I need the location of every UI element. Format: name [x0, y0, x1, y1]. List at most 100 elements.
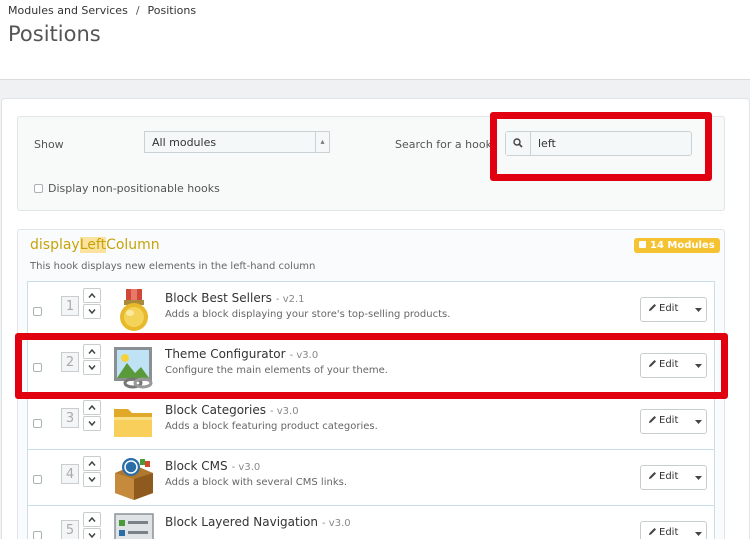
move-down-button[interactable] [83, 360, 101, 375]
move-up-button[interactable] [83, 512, 101, 527]
pencil-icon [649, 360, 656, 367]
pencil-icon [649, 472, 656, 479]
hook-title-match: Left [79, 237, 107, 253]
edit-dropdown-toggle[interactable] [690, 410, 707, 433]
edit-label: Edit [659, 471, 679, 482]
search-hook-input[interactable] [532, 132, 691, 155]
move-down-button[interactable] [83, 528, 101, 539]
caret-down-icon [695, 420, 702, 424]
pencil-icon [649, 416, 656, 423]
hook-title: displayLeftColumn [30, 237, 160, 253]
edit-button[interactable]: Edit [641, 466, 689, 489]
module-position: 2 [61, 352, 79, 372]
module-position: 4 [61, 464, 79, 484]
layered-navigation-icon [111, 511, 157, 539]
caret-down-icon [695, 308, 702, 312]
module-name: Block Layered Navigation - v3.0 [165, 515, 351, 529]
module-count-text: 14 Modules [650, 240, 715, 251]
edit-dropdown-toggle[interactable] [690, 466, 707, 489]
edit-dropdown-toggle[interactable] [690, 354, 707, 377]
page-header: Modules and Services / Positions Positions [0, 0, 750, 80]
edit-dropdown-toggle[interactable] [690, 522, 707, 539]
edit-button-group: Edit [640, 409, 707, 434]
move-up-button[interactable] [83, 288, 101, 303]
module-checkbox[interactable] [33, 419, 42, 428]
module-version: - v2.1 [275, 294, 305, 305]
module-version: - v3.0 [269, 406, 299, 417]
hook-description: This hook displays new elements in the l… [30, 261, 316, 272]
edit-button-group: Edit [640, 521, 707, 539]
edit-button[interactable]: Edit [641, 298, 689, 321]
module-title: Theme Configurator [165, 347, 286, 361]
breadcrumb-separator: / [135, 4, 140, 17]
module-checkbox[interactable] [33, 475, 42, 484]
pencil-icon [649, 304, 656, 311]
module-title: Block CMS [165, 459, 228, 473]
module-title: Block Layered Navigation [165, 515, 318, 529]
non-positionable-label: Display non-positionable hooks [48, 182, 220, 195]
move-down-button[interactable] [83, 472, 101, 487]
module-version: - v3.0 [231, 462, 261, 473]
move-down-button[interactable] [83, 304, 101, 319]
move-down-button[interactable] [83, 416, 101, 431]
hook-title-prefix: display [30, 237, 80, 253]
breadcrumb: Modules and Services / Positions [8, 4, 196, 17]
edit-button[interactable]: Edit [641, 410, 689, 433]
module-name: Block CMS - v3.0 [165, 459, 260, 473]
show-label: Show [34, 138, 64, 151]
module-name: Theme Configurator - v3.0 [165, 347, 318, 361]
edit-label: Edit [659, 303, 679, 314]
pencil-icon [649, 528, 656, 535]
caret-down-icon [695, 364, 702, 368]
non-positionable-option[interactable]: Display non-positionable hooks [34, 182, 220, 195]
search-hook-label: Search for a hook [395, 138, 492, 151]
select-arrows-icon: ▴ [315, 132, 329, 152]
edit-label: Edit [659, 359, 679, 370]
wordpress-box-icon [111, 455, 157, 501]
non-positionable-checkbox[interactable] [34, 184, 43, 193]
module-position: 1 [61, 296, 79, 316]
medal-icon [111, 287, 157, 333]
move-up-button[interactable] [83, 344, 101, 359]
module-description: Adds a block displaying your store's top… [165, 309, 451, 320]
module-title: Block Best Sellers [165, 291, 272, 305]
edit-label: Edit [659, 527, 679, 538]
edit-button[interactable]: Edit [641, 354, 689, 377]
caret-down-icon [695, 476, 702, 480]
module-row: 3 Block Categories - v3.0 Adds a block fe… [27, 393, 715, 450]
search-hook-group [505, 131, 692, 156]
edit-button-group: Edit [640, 353, 707, 378]
edit-label: Edit [659, 415, 679, 426]
module-checkbox[interactable] [33, 531, 42, 539]
module-version: - v3.0 [322, 518, 351, 529]
module-description: Configure the main elements of your them… [165, 365, 388, 376]
module-position: 5 [61, 520, 79, 539]
module-checkbox[interactable] [33, 307, 42, 316]
search-icon [506, 132, 531, 155]
module-version: - v3.0 [289, 350, 319, 361]
move-up-button[interactable] [83, 456, 101, 471]
image-link-icon [111, 343, 157, 389]
module-row: 1 Block Best Sellers - v2.1 Adds a block … [27, 281, 715, 338]
edit-button-group: Edit [640, 297, 707, 322]
module-checkbox[interactable] [33, 363, 42, 372]
module-row: 2 Theme Configurator - v3.0 Configure the… [27, 337, 715, 394]
module-name: Block Categories - v3.0 [165, 403, 299, 417]
module-position: 3 [61, 408, 79, 428]
edit-button-group: Edit [640, 465, 707, 490]
edit-button[interactable]: Edit [641, 522, 689, 539]
show-modules-select[interactable]: All modules ▴ [144, 131, 330, 153]
module-description: Adds a block featuring product categorie… [165, 421, 378, 432]
breadcrumb-parent-link[interactable]: Modules and Services [8, 4, 128, 17]
breadcrumb-current: Positions [147, 4, 197, 17]
module-title: Block Categories [165, 403, 266, 417]
hook-title-suffix: Column [106, 237, 160, 253]
module-row: 5 Block Layered Navigation - v3.0 Edit [27, 505, 715, 539]
module-name: Block Best Sellers - v2.1 [165, 291, 305, 305]
module-row: 4 Block CMS - v3.0 Adds a block with seve… [27, 449, 715, 506]
folder-icon [111, 399, 157, 445]
move-up-button[interactable] [83, 400, 101, 415]
edit-dropdown-toggle[interactable] [690, 298, 707, 321]
show-modules-select-value: All modules [152, 136, 217, 149]
page-title: Positions [8, 22, 101, 46]
